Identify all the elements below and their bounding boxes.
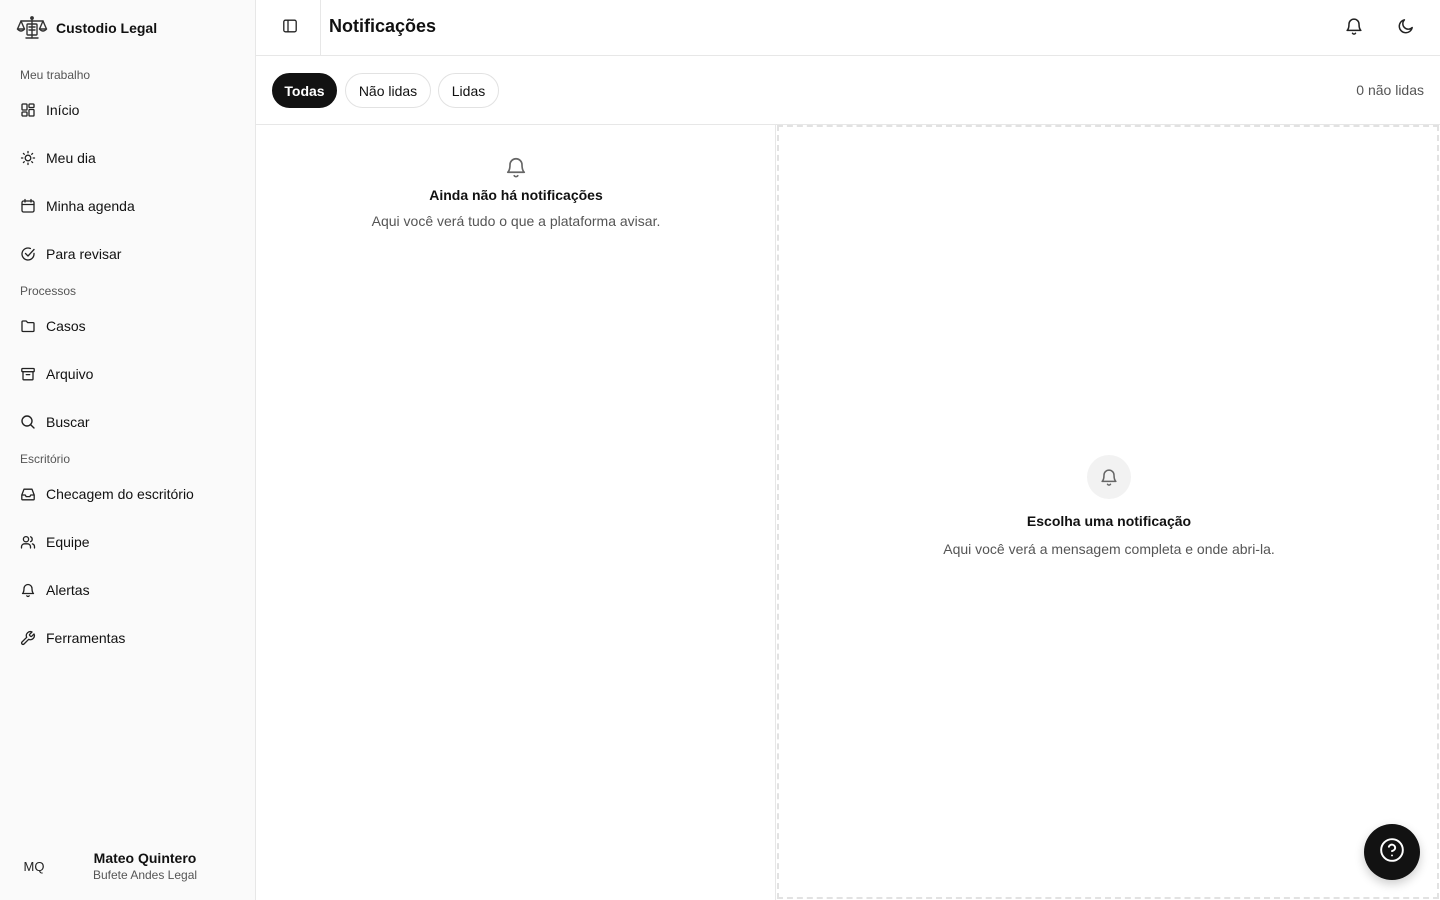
sidebar-item-label: Checagem do escritório xyxy=(46,486,194,502)
bell-icon xyxy=(504,155,528,179)
sidebar-item-meu-dia[interactable]: Meu dia xyxy=(12,140,244,176)
help-circle-icon xyxy=(1379,837,1405,868)
detail-empty-subtitle: Aqui você verá a mensagem completa e ond… xyxy=(943,541,1275,557)
moon-icon xyxy=(1397,17,1415,40)
sidebar-item-checagem-do-escritorio[interactable]: Checagem do escritório xyxy=(12,476,244,512)
bell-icon xyxy=(20,582,36,598)
sidebar-item-label: Ferramentas xyxy=(46,630,126,646)
detail-empty-title: Escolha uma notificação xyxy=(1026,513,1192,529)
theme-toggle-button[interactable] xyxy=(1390,12,1422,44)
sidebar-item-label: Casos xyxy=(46,318,86,334)
tab-lidas[interactable]: Lidas xyxy=(438,73,499,108)
folder-icon xyxy=(20,318,36,334)
user-org: Bufete Andes Legal xyxy=(92,868,198,882)
search-icon xyxy=(20,414,36,430)
list-empty-title: Ainda não há notificações xyxy=(429,187,603,203)
sidebar-item-para-revisar[interactable]: Para revisar xyxy=(12,236,244,272)
sidebar-item-label: Buscar xyxy=(46,414,90,430)
detail-empty-state: Escolha uma notificação Aqui você verá a… xyxy=(779,455,1439,559)
sidebar-item-label: Início xyxy=(46,102,80,118)
sidebar-item-arquivo[interactable]: Arquivo xyxy=(12,356,244,392)
help-button[interactable] xyxy=(1364,824,1420,880)
users-icon xyxy=(20,534,36,550)
tab-nao-lidas[interactable]: Não lidas xyxy=(345,73,431,108)
notification-list: Ainda não há notificações Aqui você verá… xyxy=(256,125,776,900)
user-profile[interactable]: MQ Mateo Quintero Bufete Andes Legal xyxy=(12,840,244,892)
sun-icon xyxy=(20,150,36,166)
unread-count: 0 não lidas xyxy=(1356,82,1424,98)
sidebar-item-minha-agenda[interactable]: Minha agenda xyxy=(12,188,244,224)
sidebar-item-equipe[interactable]: Equipe xyxy=(12,524,244,560)
sidebar-toggle-button[interactable] xyxy=(274,14,306,42)
sidebar-item-ferramentas[interactable]: Ferramentas xyxy=(12,620,244,656)
sidebar-item-buscar[interactable]: Buscar xyxy=(12,404,244,440)
brand[interactable]: Custodio Legal xyxy=(16,14,157,42)
bell-icon xyxy=(1087,455,1131,499)
archive-icon xyxy=(20,366,36,382)
tab-todas[interactable]: Todas xyxy=(272,73,337,108)
sidebar-item-label: Arquivo xyxy=(46,366,94,382)
section-label-processos: Processos xyxy=(20,284,77,298)
page-title: Notificações xyxy=(329,16,437,36)
filter-bar: Todas Não lidas Lidas 0 não lidas xyxy=(256,56,1440,125)
sidebar-item-label: Alertas xyxy=(46,582,90,598)
divider xyxy=(320,0,321,56)
notification-detail: Escolha uma notificação Aqui você verá a… xyxy=(777,125,1439,899)
top-bar: Notificações xyxy=(256,0,1440,56)
app-name: Custodio Legal xyxy=(56,20,158,36)
calendar-icon xyxy=(20,198,36,214)
sidebar: Custodio Legal Meu trabalho Início Meu d… xyxy=(0,0,256,900)
sidebar-item-label: Minha agenda xyxy=(46,198,135,214)
list-empty-state: Ainda não há notificações Aqui você verá… xyxy=(256,155,776,229)
notifications-button[interactable] xyxy=(1338,12,1370,44)
inbox-icon xyxy=(20,486,36,502)
sidebar-item-label: Para revisar xyxy=(46,246,122,262)
wrench-icon xyxy=(20,630,36,646)
sidebar-item-casos[interactable]: Casos xyxy=(12,308,244,344)
sidebar-item-label: Equipe xyxy=(46,534,90,550)
section-label-meu-trabalho: Meu trabalho xyxy=(20,68,91,82)
sidebar-item-alertas[interactable]: Alertas xyxy=(12,572,244,608)
sidebar-item-inicio[interactable]: Início xyxy=(12,92,244,128)
sidebar-toggle-icon xyxy=(282,18,298,39)
scales-of-justice-icon xyxy=(16,14,48,42)
user-info: Mateo Quintero Bufete Andes Legal xyxy=(60,849,230,883)
list-empty-subtitle: Aqui você verá tudo o que a plataforma a… xyxy=(371,213,661,229)
check-circle-icon xyxy=(20,246,36,262)
dashboard-grid-icon xyxy=(20,102,36,118)
user-name: Mateo Quintero xyxy=(93,850,197,866)
section-label-escritorio: Escritório xyxy=(20,452,71,466)
sidebar-item-label: Meu dia xyxy=(46,150,96,166)
avatar: MQ xyxy=(23,858,45,874)
bell-icon xyxy=(1344,16,1364,41)
